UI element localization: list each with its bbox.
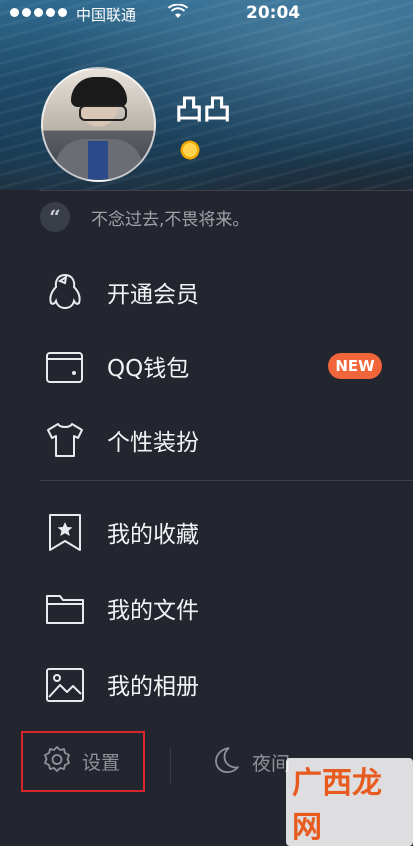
penguin-icon [44, 271, 86, 313]
menu-item-favorites[interactable]: 我的收藏 [0, 494, 413, 570]
menu-item-files[interactable]: 我的文件 [0, 570, 413, 646]
menu-item-label: 我的文件 [107, 598, 199, 624]
menu-item-label: 个性装扮 [107, 430, 199, 456]
signature-text: 不念过去,不畏将来。 [91, 209, 250, 230]
watermark-logo: 广西龙网 [286, 758, 413, 846]
gear-icon [23, 745, 72, 779]
wallet-icon [44, 345, 86, 387]
menu-item-label: 我的收藏 [107, 522, 199, 548]
user-nickname[interactable]: 凸凸 [175, 88, 231, 128]
settings-button[interactable]: 设置 [21, 731, 145, 792]
menu-item-label: 开通会员 [107, 282, 199, 308]
menu-item-album[interactable]: 我的相册 [0, 646, 413, 722]
folder-icon [44, 587, 86, 629]
menu-item-wallet[interactable]: QQ钱包 NEW [0, 328, 413, 404]
quote-icon: “ [40, 202, 70, 232]
new-badge: NEW [328, 353, 382, 379]
menu-item-personalize[interactable]: 个性装扮 [0, 402, 413, 478]
avatar[interactable] [41, 67, 156, 182]
photo-icon [44, 663, 86, 705]
settings-label: 设置 [82, 752, 121, 774]
bookmark-star-icon [44, 511, 86, 553]
sun-level-icon[interactable] [179, 139, 201, 161]
status-bar: 中国联通 20:04 [0, 0, 413, 28]
signal-strength-icon [10, 8, 67, 17]
menu-item-label: QQ钱包 [107, 356, 190, 382]
menu-item-label: 我的相册 [107, 674, 199, 700]
clock-time: 20:04 [246, 3, 301, 23]
carrier-name: 中国联通 [76, 6, 137, 24]
wifi-icon [167, 3, 189, 24]
bottom-bar-separator [170, 747, 171, 783]
night-mode-label: 夜间 [252, 752, 291, 775]
menu-divider [40, 480, 413, 481]
menu-item-vip[interactable]: 开通会员 [0, 254, 413, 330]
night-mode-button[interactable]: 夜间 [212, 745, 290, 779]
signature-row[interactable]: “ 不念过去,不畏将来。 [40, 190, 413, 243]
tshirt-icon [44, 419, 86, 461]
moon-icon [212, 745, 240, 779]
